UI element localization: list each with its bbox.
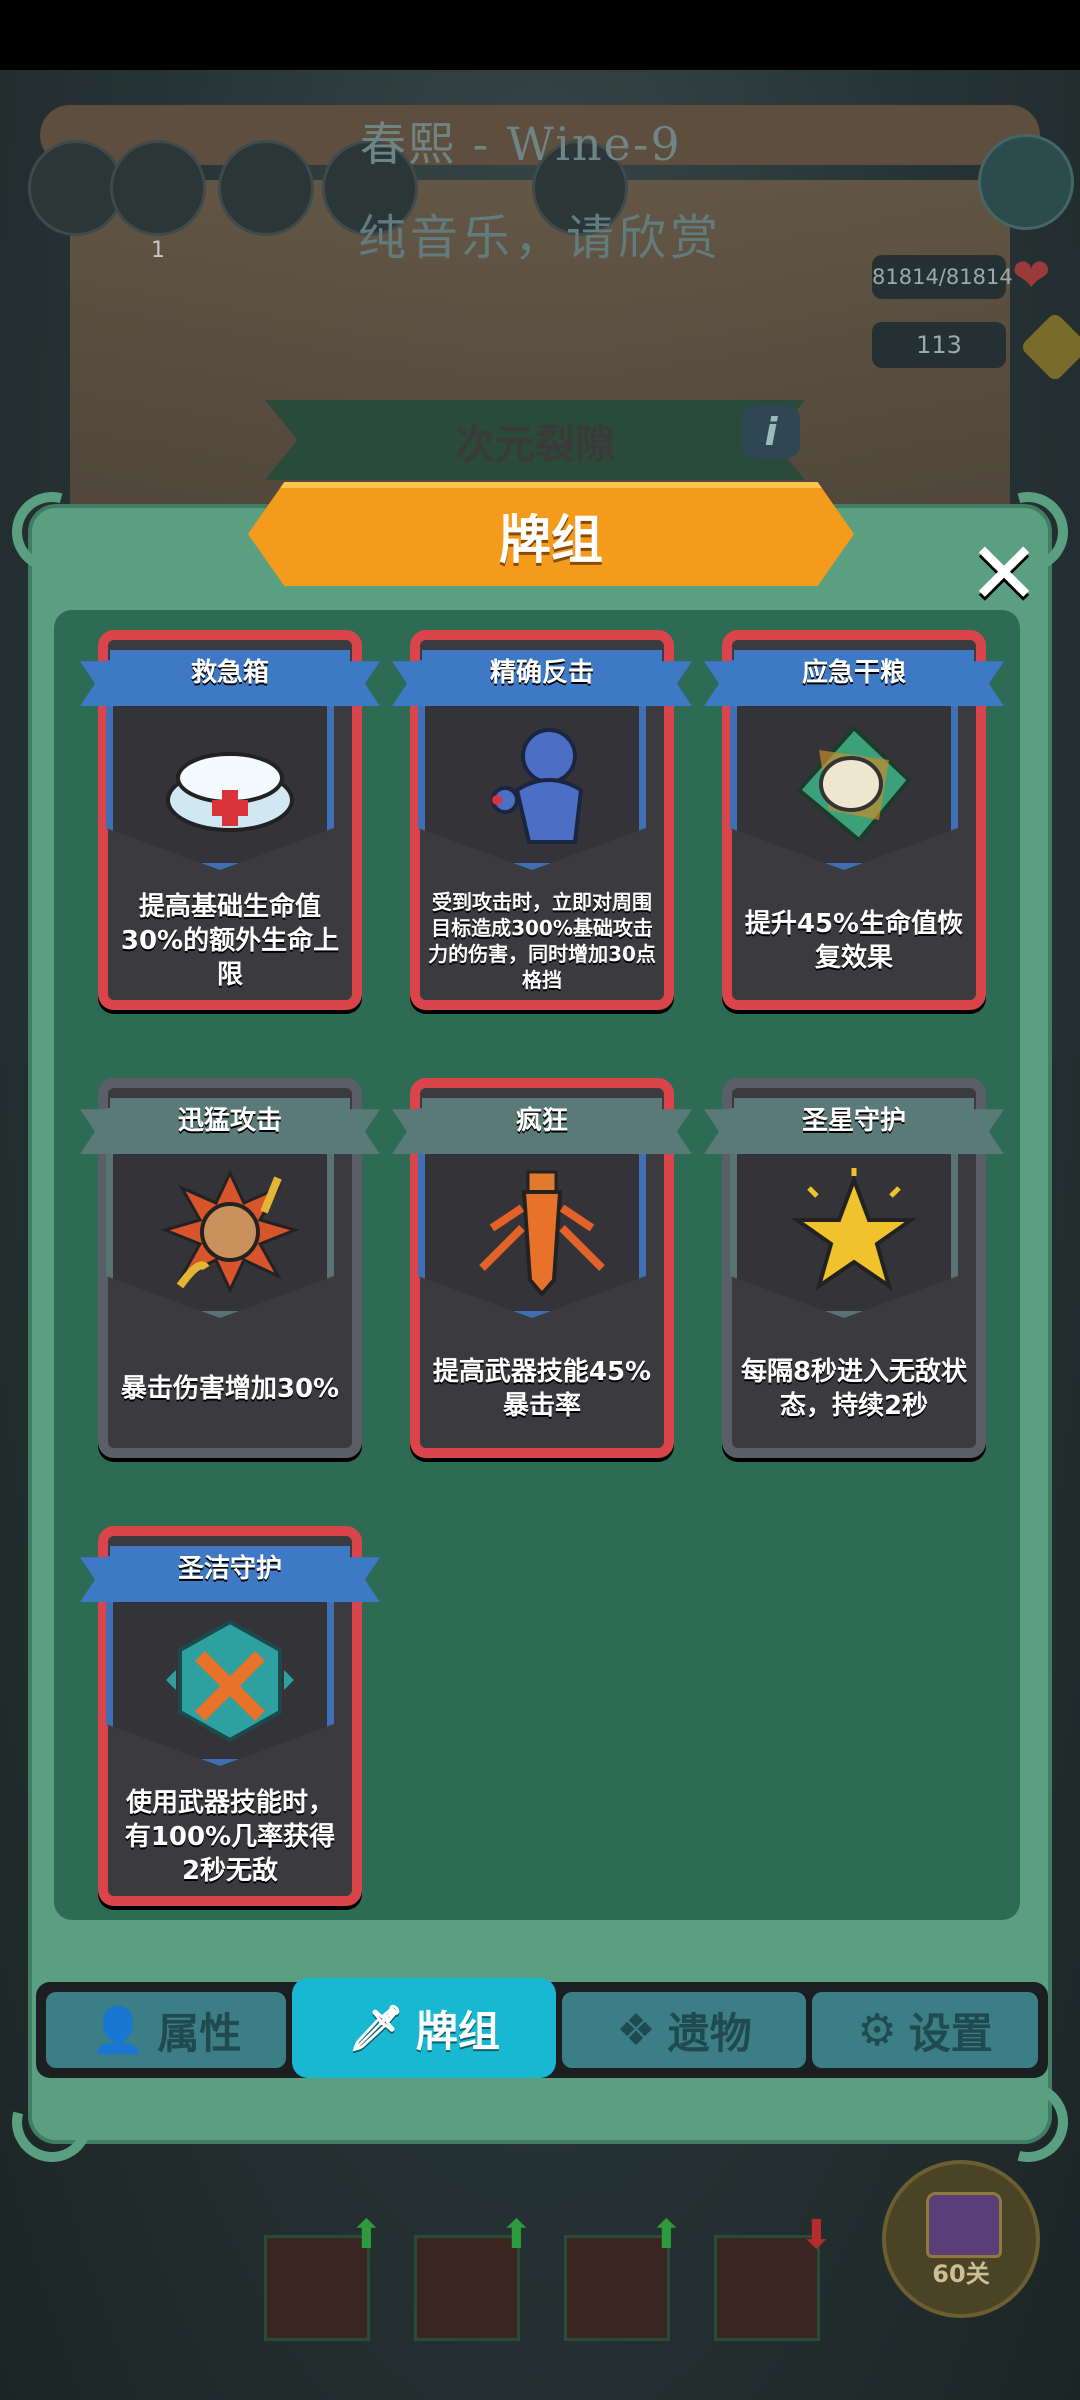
card-name: 迅猛攻击 <box>177 1106 282 1136</box>
tab-label: 遗物 <box>667 2008 752 2058</box>
card-description: 提高武器技能45%暴击率 <box>432 1357 652 1421</box>
dialog-title-banner: 牌组 <box>248 482 854 586</box>
pet-icon[interactable] <box>978 134 1074 230</box>
stage-banner: 次元裂隙 <box>265 400 805 480</box>
card-swift-attack[interactable]: 迅猛攻击 暴击伤害增加30% <box>80 1078 380 1458</box>
upgrade-arrow-icon: ⬆ <box>499 2212 533 2258</box>
card-name: 圣星守护 <box>801 1106 906 1136</box>
relic-grid-icon: ❖ <box>616 2004 656 2056</box>
ration-bun-icon <box>774 720 934 850</box>
card-description: 提升45%生命值恢复效果 <box>744 909 964 973</box>
upgrade-arrow-icon: ⬆ <box>349 2212 383 2258</box>
first-aid-kit-icon <box>150 720 310 850</box>
dialog-title: 牌组 <box>498 511 603 571</box>
skill-slot-1[interactable]: ⬆ <box>264 2212 383 2341</box>
card-description: 每隔8秒进入无敌状态，持续2秒 <box>740 1357 968 1421</box>
card-holy-star-guard[interactable]: 圣星守护 每隔8秒进入无敌状态，持续2秒 <box>704 1078 1004 1458</box>
gear-icon: ⚙ <box>857 2004 897 2056</box>
deck-dialog: 牌组 ✕ 救急箱 提高基础生命值30%的额外生命上限 精确反击 受到攻击时，立即… <box>0 477 1080 2177</box>
heart-icon: ❤ <box>1012 248 1051 302</box>
status-bar <box>0 0 1080 70</box>
frenzy-sword-icon <box>462 1168 622 1298</box>
tab-deck[interactable]: 🗡 牌组 <box>292 1978 556 2078</box>
card-holy-pure-guard[interactable]: 圣洁守护 使用武器技能时，有100%几率获得2秒无敌 <box>80 1526 380 1906</box>
skill-slot-3[interactable]: ⬆ <box>564 2212 683 2341</box>
card-name: 救急箱 <box>190 658 269 688</box>
card-emergency-ration[interactable]: 应急干粮 提升45%生命值恢复效果 <box>704 630 1004 1010</box>
close-button[interactable]: ✕ <box>962 531 1046 618</box>
card-name: 精确反击 <box>489 658 594 688</box>
buff-count: 1 <box>151 238 165 263</box>
bottom-tab-bar: 👤 属性 🗡 牌组 ❖ 遗物 ⚙ 设置 <box>36 1978 1048 2078</box>
card-precise-counter[interactable]: 精确反击 受到攻击时，立即对周围目标造成300%基础攻击力的伤害，同时增加30点… <box>392 630 692 1010</box>
tab-attributes[interactable]: 👤 属性 <box>46 1992 286 2068</box>
tab-settings[interactable]: ⚙ 设置 <box>812 1992 1038 2068</box>
person-icon: 👤 <box>90 2005 146 2056</box>
gold-star-icon <box>774 1168 934 1298</box>
upgrade-arrow-icon: ⬆ <box>649 2212 683 2258</box>
level-label: 60关 <box>932 2260 990 2288</box>
card-description: 使用武器技能时，有100%几率获得2秒无敌 <box>124 1788 336 1886</box>
crossed-swords-shield-icon <box>150 1616 310 1746</box>
skill-slot-2[interactable]: ⬆ <box>414 2212 533 2341</box>
song-title: 春熙 - Wine-9 <box>360 117 682 171</box>
card-description: 提高基础生命值30%的额外生命上限 <box>120 892 340 990</box>
tab-label: 设置 <box>908 2008 993 2058</box>
card-name: 圣洁守护 <box>177 1554 282 1584</box>
chest-icon <box>926 2192 1002 2258</box>
level-chest-button[interactable]: 60关 <box>882 2160 1040 2318</box>
stage-title: 次元裂隙 <box>455 422 615 468</box>
fist-strike-icon <box>150 1168 310 1298</box>
card-first-aid[interactable]: 救急箱 提高基础生命值30%的额外生命上限 <box>80 630 380 1010</box>
coin-readout: 113 <box>872 322 1006 368</box>
hp-readout: 81814/81814 <box>872 255 1013 299</box>
buff-slot-3[interactable] <box>218 140 314 236</box>
buff-slot-2[interactable]: 1 <box>110 140 206 263</box>
card-description: 受到攻击时，立即对周围目标造成300%基础攻击力的伤害，同时增加30点格挡 <box>428 890 656 992</box>
tab-relics[interactable]: ❖ 遗物 <box>562 1992 806 2068</box>
downgrade-arrow-icon: ⬇ <box>799 2212 833 2258</box>
tab-label: 牌组 <box>415 2006 500 2056</box>
card-description: 暴击伤害增加30% <box>120 1374 340 1404</box>
card-frenzy[interactable]: 疯狂 提高武器技能45%暴击率 <box>392 1078 692 1458</box>
info-icon[interactable]: i <box>742 406 800 458</box>
sword-icon: 🗡 <box>348 2003 404 2054</box>
card-name: 疯狂 <box>515 1106 568 1136</box>
blue-figure-icon <box>462 720 622 850</box>
song-subtitle: 纯音乐，请欣赏 <box>358 210 723 266</box>
tab-label: 属性 <box>157 2008 242 2058</box>
card-name: 应急干粮 <box>801 658 906 688</box>
skill-slot-4[interactable]: ⬇ <box>714 2212 833 2341</box>
